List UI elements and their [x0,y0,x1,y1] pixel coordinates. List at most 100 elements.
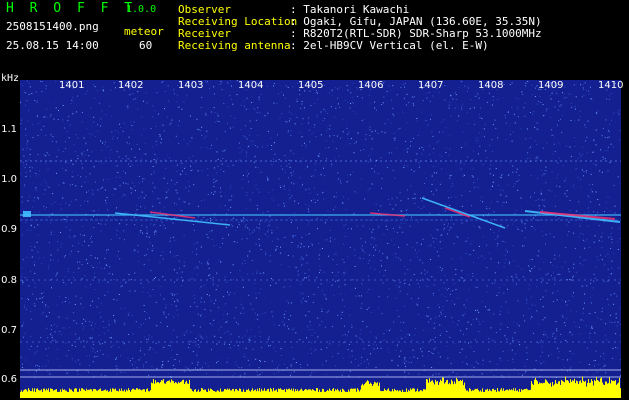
baseline-bar [33,391,34,398]
noise-dot [420,208,422,209]
noise-dot [515,276,517,278]
noise-dot [307,122,309,124]
noise-dot [555,335,557,337]
noise-dot [500,175,502,177]
noise-dot [206,186,208,188]
noise-dot [209,274,211,276]
noise-dot [47,306,49,308]
noise-dot [557,174,559,176]
noise-dot [578,119,580,121]
noise-dot [588,90,590,92]
noise-dot [237,148,239,150]
baseline-bar [206,391,207,398]
noise-dot [236,94,238,96]
baseline-bar [321,391,322,398]
noise-dot [546,350,548,352]
noise-dot [93,166,95,168]
noise-dot [75,199,77,201]
noise-dot [604,335,606,337]
noise-dot [467,87,469,89]
noise-dot [343,261,345,263]
noise-dot [261,241,263,242]
noise-dot [384,81,385,83]
noise-dot [206,130,208,132]
noise-dot [25,359,27,361]
baseline-bar [437,381,438,398]
noise-dot [590,296,592,298]
noise-dot [366,359,368,361]
baseline-bar [574,378,575,398]
noise-dot [591,325,593,327]
noise-dot [376,344,377,346]
noise-dot [43,185,45,187]
noise-dot [514,122,516,124]
baseline-bar [318,391,319,398]
noise-dot [224,205,226,207]
noise-dot [152,205,153,207]
noise-dot [479,323,481,325]
noise-dot [381,313,383,315]
baseline-bar [579,381,580,398]
baseline-bar [471,391,472,398]
noise-dot [556,93,558,95]
noise-dot [620,307,621,309]
noise-dot [217,360,219,362]
noise-dot [618,347,619,349]
noise-dot [477,178,478,180]
noise-dot [216,113,218,115]
noise-dot [527,80,529,82]
noise-dot [248,338,250,340]
baseline-bar [410,388,411,398]
noise-dot [145,232,147,234]
baseline-bar [236,388,237,398]
noise-dot [278,178,280,180]
baseline-bar [150,390,151,398]
noise-dot [491,104,493,106]
noise-dot [390,328,392,330]
noise-dot [274,153,276,155]
noise-dot [203,217,205,218]
noise-dot [466,363,468,365]
noise-dot [152,191,153,193]
baseline-bar [259,388,260,398]
noise-dot [326,311,328,313]
noise-dot [565,340,567,341]
noise-dot [143,366,144,368]
noise-dot [579,362,581,363]
noise-dot [473,233,475,235]
noise-dot [261,313,263,315]
noise-dot [609,321,611,323]
noise-dot [377,173,379,174]
baseline-bar [55,389,56,398]
noise-dot [226,313,228,315]
noise-dot [49,359,50,361]
noise-dot [280,165,282,167]
noise-dot [320,124,322,126]
noise-dot [58,229,60,231]
noise-dot [551,206,553,207]
noise-dot [245,208,247,210]
noise-dot [69,375,71,377]
noise-dot [105,202,107,204]
noise-dot [73,236,75,238]
noise-dot [581,264,583,266]
noise-dot [35,365,37,367]
noise-dot [367,275,369,277]
noise-dot [478,97,480,99]
noise-dot [337,352,339,354]
noise-dot [585,140,587,142]
noise-dot [23,306,25,308]
noise-dot [551,335,553,337]
noise-dot [463,163,465,165]
noise-dot [159,285,161,287]
noise-dot [480,107,481,109]
noise-dot [414,334,416,336]
noise-dot [500,306,502,308]
noise-dot [556,177,558,179]
baseline-bar [486,389,487,398]
noise-dot [253,358,255,360]
noise-dot [516,339,518,341]
noise-dot [77,251,79,253]
noise-dot [113,315,115,316]
baseline-bar [41,389,42,398]
